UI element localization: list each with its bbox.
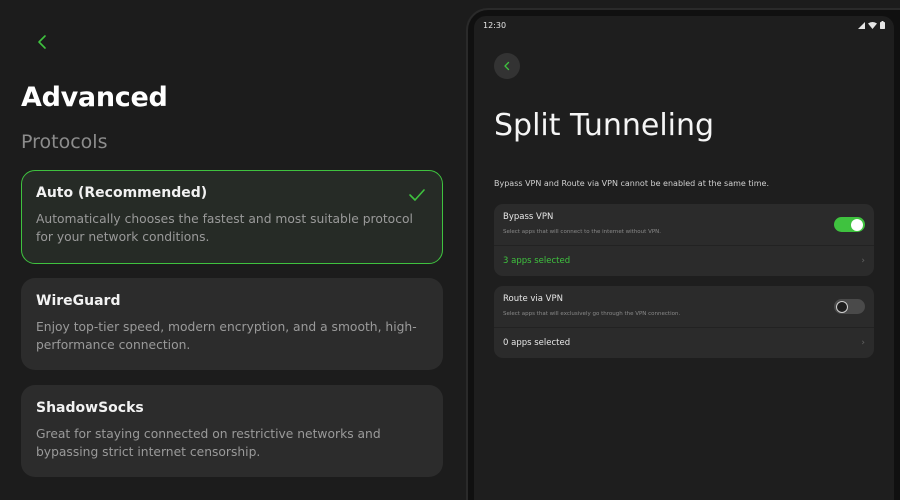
route-apps-row[interactable]: 0 apps selected › [494, 328, 874, 358]
route-vpn-toggle[interactable] [834, 299, 865, 314]
split-tunneling-screen: 12:30 Split Tunneling Bypass VPN and Rou… [474, 16, 894, 500]
info-note: Bypass VPN and Route via VPN cannot be e… [494, 179, 769, 188]
back-button[interactable] [494, 53, 520, 79]
toggle-knob [851, 218, 863, 231]
bypass-vpn-label: Bypass VPN [503, 212, 554, 222]
protocol-description: Great for staying connected on restricti… [36, 427, 381, 459]
advanced-panel: Advanced Protocols Auto (Recommended) Au… [0, 0, 460, 500]
protocol-card-auto[interactable]: Auto (Recommended) Automatically chooses… [21, 170, 443, 264]
status-time: 12:30 [483, 20, 507, 30]
wifi-icon [868, 21, 877, 29]
protocol-card-shadowsocks[interactable]: ShadowSocks Great for staying connected … [21, 385, 443, 477]
route-via-vpn-group: Route via VPN Select apps that will excl… [494, 286, 874, 358]
screen-title: Split Tunneling [494, 108, 715, 143]
bypass-vpn-toggle[interactable] [834, 217, 865, 232]
toggle-knob [836, 300, 848, 313]
protocol-description: Automatically chooses the fastest and mo… [36, 212, 413, 244]
checkmark-icon [408, 187, 426, 206]
chevron-right-icon: › [861, 338, 865, 348]
status-bar: 12:30 [474, 16, 894, 34]
route-vpn-label: Route via VPN [503, 294, 563, 304]
protocol-name: ShadowSocks [36, 400, 144, 416]
protocol-name: Auto (Recommended) [36, 185, 208, 201]
protocol-name: WireGuard [36, 293, 121, 309]
protocol-card-wireguard[interactable]: WireGuard Enjoy top-tier speed, modern e… [21, 278, 443, 370]
page-title: Advanced [21, 82, 168, 113]
chevron-right-icon: › [861, 256, 865, 266]
bypass-apps-count: 3 apps selected [503, 256, 571, 266]
bypass-apps-row[interactable]: 3 apps selected › [494, 246, 874, 276]
back-button[interactable] [30, 30, 54, 54]
bypass-vpn-description: Select apps that will connect to the int… [503, 229, 662, 235]
section-title: Protocols [21, 131, 108, 153]
route-apps-count: 0 apps selected [503, 338, 571, 348]
signal-icon [858, 21, 865, 29]
chevron-left-icon [504, 61, 510, 71]
chevron-left-icon [38, 35, 46, 49]
battery-icon [880, 21, 885, 29]
bypass-vpn-group: Bypass VPN Select apps that will connect… [494, 204, 874, 276]
protocol-description: Enjoy top-tier speed, modern encryption,… [36, 320, 417, 352]
route-vpn-description: Select apps that will exclusively go thr… [503, 311, 681, 317]
